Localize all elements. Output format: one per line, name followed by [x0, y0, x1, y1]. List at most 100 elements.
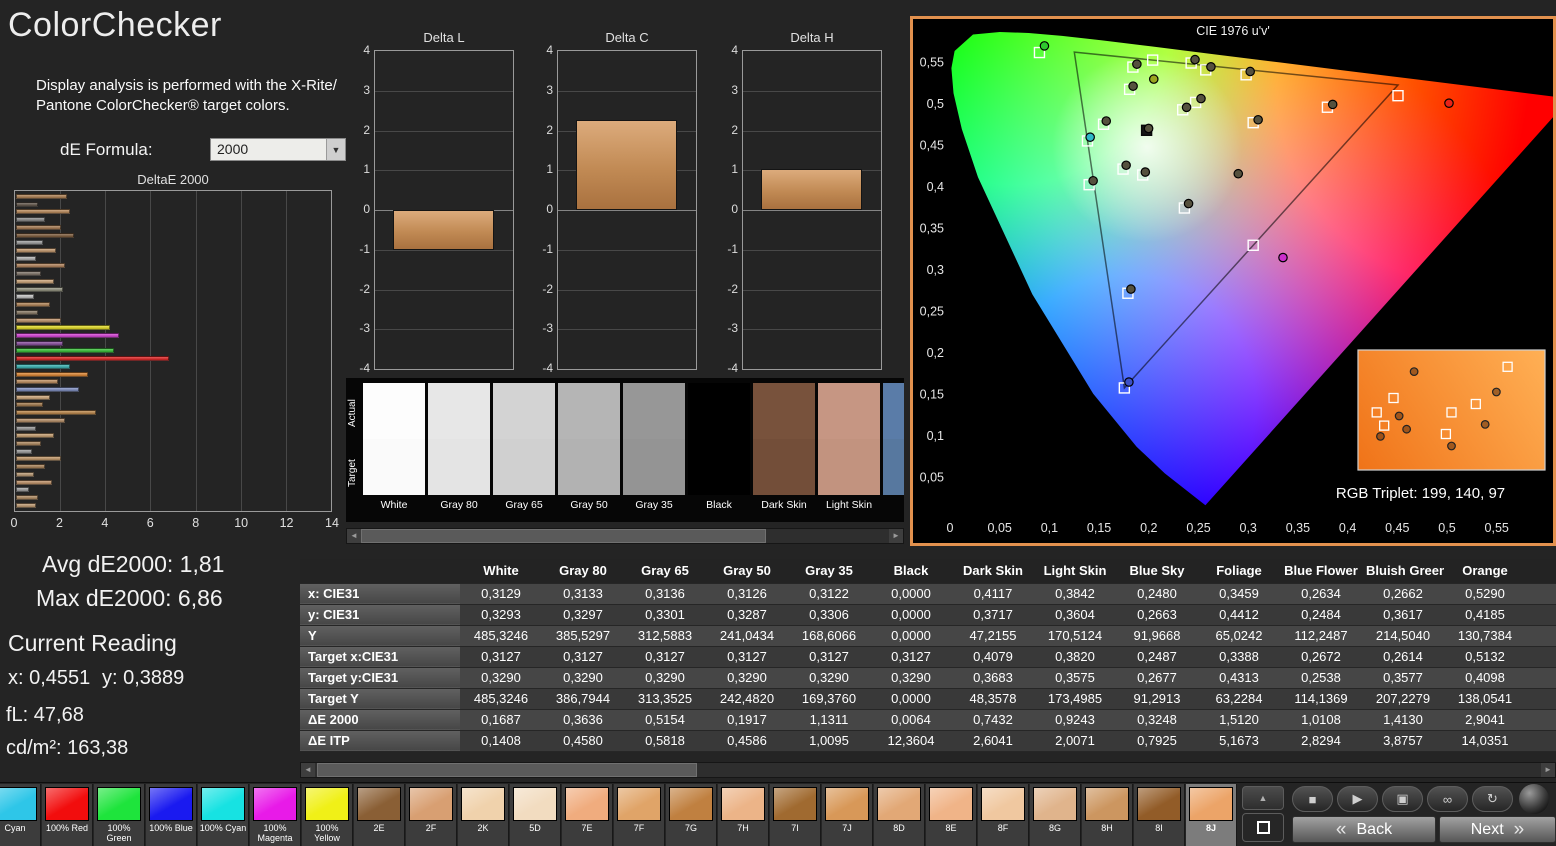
- patch-button-100-blue[interactable]: 100% Blue: [146, 784, 197, 846]
- deltae-bar: [16, 417, 66, 423]
- y-tick-label: 0,5: [927, 97, 944, 111]
- swatch-target: [363, 439, 425, 495]
- swatch-actual: [493, 383, 555, 439]
- swatch-label: Gray 80: [440, 499, 478, 511]
- deltae-bar: [16, 402, 43, 408]
- y-tick-label: -2: [542, 281, 553, 296]
- deltae2000-x-axis: 0 2 4 6 8 10 12 14: [10, 516, 339, 532]
- patch-color-swatch: [877, 787, 921, 821]
- patch-button-2k[interactable]: 2K: [458, 784, 509, 846]
- patch-button-7f[interactable]: 7F: [614, 784, 665, 846]
- deltae-bar: [16, 371, 88, 377]
- cie-diagram-overlay: 0 0,05 0,1 0,15 0,2 0,25 0,3 0,35 0,4 0,45 0,5 0,55…: [920, 41, 1546, 535]
- deltae-bar: [16, 487, 30, 493]
- patch-button-7h[interactable]: 7H: [718, 784, 769, 846]
- patch-button-cyan[interactable]: Cyan: [0, 784, 41, 846]
- table-cell: 0,3842: [1034, 583, 1116, 604]
- table-cell: 0,3287: [706, 604, 788, 625]
- table-cell: 0,3136: [624, 583, 706, 604]
- table-cell: 0,3126: [706, 583, 788, 604]
- swatch-scrollbar[interactable]: ◄ ►: [346, 528, 904, 544]
- patch-button-8d[interactable]: 8D: [874, 784, 925, 846]
- patch-button-8i[interactable]: 8I: [1134, 784, 1185, 846]
- scroll-right-icon[interactable]: ►: [1541, 763, 1555, 777]
- stop-button[interactable]: ■: [1292, 786, 1333, 812]
- patch-color-swatch: [461, 787, 505, 821]
- measured-point: [1253, 114, 1263, 125]
- swatch-scrollbar-track[interactable]: [361, 529, 889, 543]
- patch-button-100-red[interactable]: 100% Red: [42, 784, 93, 846]
- scroll-left-icon[interactable]: ◄: [301, 763, 315, 777]
- next-button[interactable]: Next »: [1439, 816, 1556, 843]
- patch-button-7e[interactable]: 7E: [562, 784, 613, 846]
- patch-label: 2E: [373, 823, 385, 833]
- table-scrollbar-track[interactable]: [315, 763, 1541, 777]
- patch-button-8f[interactable]: 8F: [978, 784, 1029, 846]
- patch-button-7g[interactable]: 7G: [666, 784, 717, 846]
- y-tick-label: -4: [727, 361, 738, 375]
- swatch-gray-65: Gray 65: [493, 383, 555, 519]
- table-cell: 0,3127: [542, 646, 624, 667]
- patch-button-8g[interactable]: 8G: [1030, 784, 1081, 846]
- patch-button-8j[interactable]: 8J: [1186, 784, 1237, 846]
- patch-button-8e[interactable]: 8E: [926, 784, 977, 846]
- chevron-down-icon[interactable]: ▼: [326, 139, 345, 160]
- table-cell: 2,0071: [1034, 730, 1116, 751]
- measured-point: [1196, 93, 1206, 104]
- scroll-right-icon[interactable]: ►: [889, 529, 903, 543]
- y-tick-label: -3: [359, 321, 370, 336]
- table-cell: 0,3290: [460, 667, 542, 688]
- table-scrollbar[interactable]: ◄ ►: [300, 762, 1556, 778]
- loop-button[interactable]: ↻: [1472, 786, 1513, 812]
- y-tick-label: 3: [546, 82, 553, 97]
- pattern-frame-button[interactable]: ▣: [1382, 786, 1423, 812]
- table-scrollbar-thumb[interactable]: [317, 763, 697, 777]
- x-tick-label: 0: [10, 516, 18, 530]
- patch-button-8h[interactable]: 8H: [1082, 784, 1133, 846]
- spinner-up-button[interactable]: ▲: [1242, 786, 1284, 810]
- patch-button-2f[interactable]: 2F: [406, 784, 457, 846]
- results-table-wrap: White Gray 80 Gray 65 Gray 50 Gray 35 Black Da…: [300, 559, 1556, 760]
- patch-button-5d[interactable]: 5D: [510, 784, 561, 846]
- delta-c-chart-title: Delta C: [605, 30, 649, 45]
- table-cell: 170,5124: [1034, 625, 1116, 646]
- table-cell: 0,9243: [1034, 709, 1116, 730]
- table-cell: 0,3122: [788, 583, 870, 604]
- column-header: Blue Flower: [1280, 559, 1362, 583]
- swatch-black: Black: [688, 383, 750, 519]
- patch-color-swatch: [513, 787, 557, 821]
- swatch-light-skin: Light Skin: [818, 383, 880, 519]
- swatch-scrollbar-thumb[interactable]: [361, 529, 766, 543]
- gridline: [375, 249, 513, 251]
- y-tick-label: 4: [731, 43, 738, 57]
- continuous-button[interactable]: ∞: [1427, 786, 1468, 812]
- swatch-actual: [623, 383, 685, 439]
- x-tick-label: 0,25: [1186, 521, 1210, 535]
- y-tick-label: -4: [542, 361, 553, 375]
- table-cell: 0,4313: [1198, 667, 1280, 688]
- patch-button-100-magenta[interactable]: 100% Magenta: [250, 784, 301, 846]
- patch-label: 100% Red: [45, 823, 89, 833]
- patch-button-7j[interactable]: 7J: [822, 784, 873, 846]
- back-button[interactable]: « Back: [1292, 816, 1436, 843]
- table-cell: 4,8: [1526, 730, 1556, 751]
- play-button[interactable]: ▶: [1337, 786, 1378, 812]
- table-row: ΔE 2000 0,1687 0,3636 0,5154 0,1917 1,1311 0,0…: [300, 709, 1556, 730]
- deltae-bar: [16, 386, 79, 392]
- patch-button-100-cyan[interactable]: 100% Cyan: [198, 784, 249, 846]
- pattern-window-button[interactable]: [1242, 813, 1284, 842]
- de-formula-value: 2000: [217, 141, 249, 157]
- x-tick-label: 6: [146, 516, 154, 530]
- patch-button-100-green[interactable]: 100% Green: [94, 784, 145, 846]
- patch-button-7i[interactable]: 7I: [770, 784, 821, 846]
- x-tick-label: 0,35: [1286, 521, 1310, 535]
- patch-button-100-yellow[interactable]: 100% Yellow: [302, 784, 353, 846]
- target-point: [1392, 89, 1404, 102]
- de-formula-dropdown[interactable]: 2000 ▼: [210, 138, 346, 161]
- patch-button-2e[interactable]: 2E: [354, 784, 405, 846]
- table-cell: 2,8294: [1280, 730, 1362, 751]
- scroll-left-icon[interactable]: ◄: [347, 529, 361, 543]
- patch-color-swatch: [0, 787, 37, 821]
- table-cell: 0,0000: [870, 625, 952, 646]
- table-cell: 0,4117: [952, 583, 1034, 604]
